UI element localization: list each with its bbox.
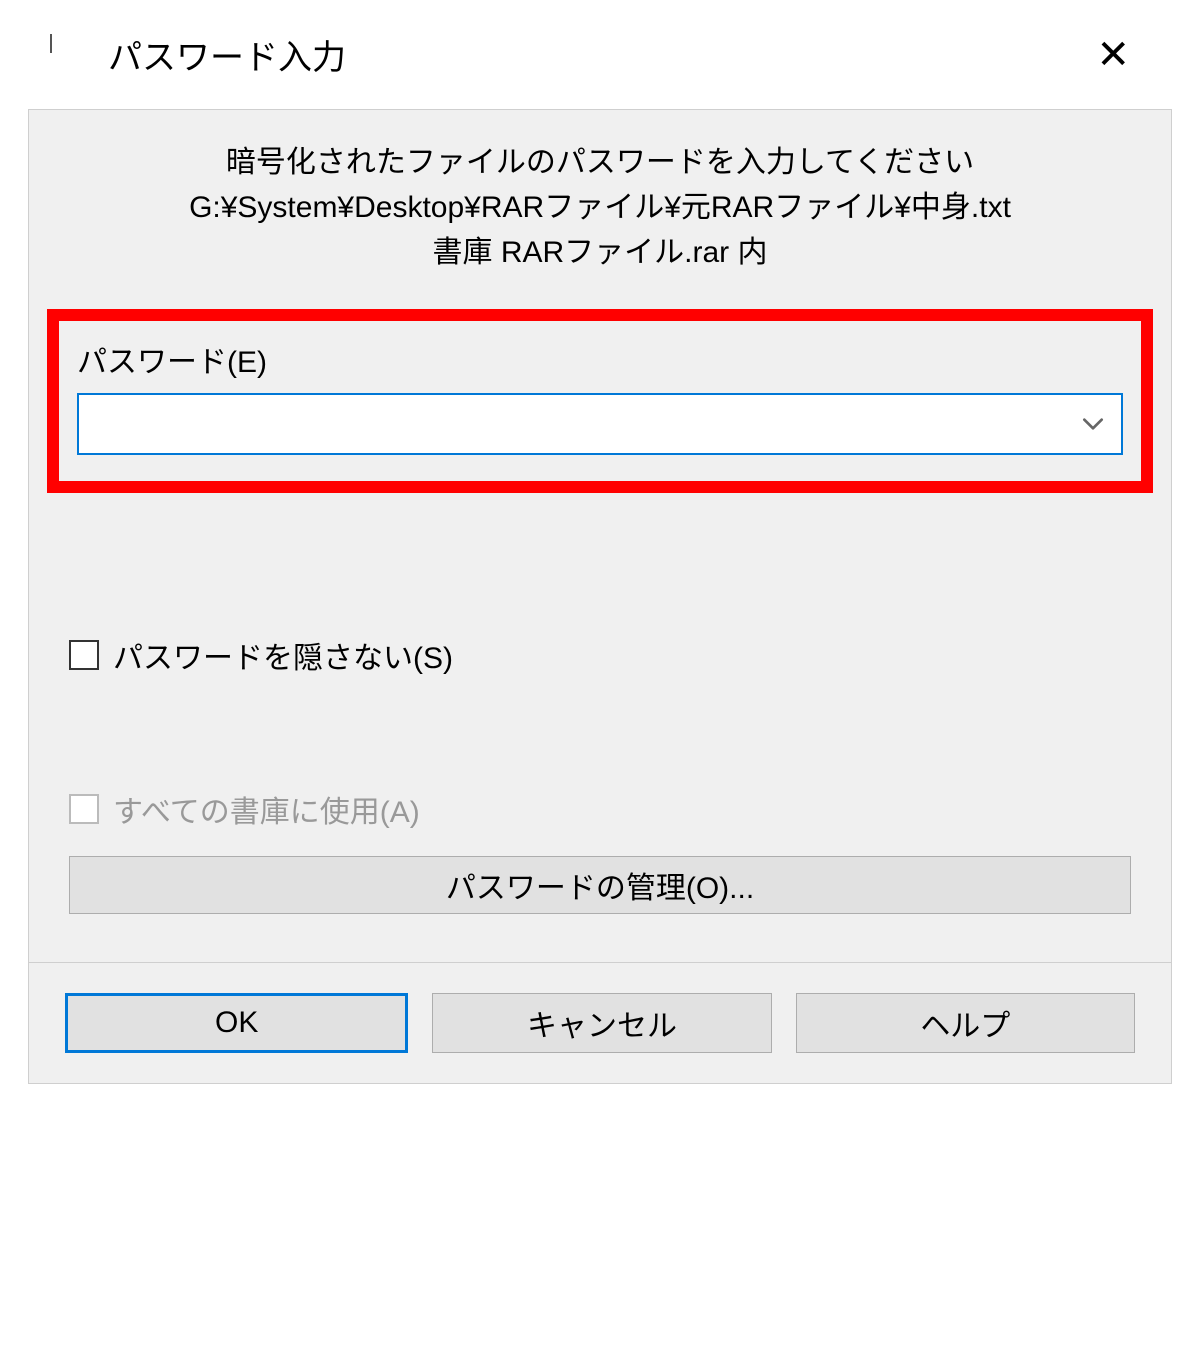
instruction-line-3: 書庫 RARファイル.rar 内 [49, 230, 1151, 275]
password-highlight-box: パスワード(E) [47, 309, 1153, 493]
ok-button[interactable]: OK [65, 993, 408, 1053]
titlebar: パスワード入力 ✕ [0, 0, 1200, 99]
apply-all-row: すべての書庫に使用(A) [29, 777, 1171, 841]
instruction-text: 暗号化されたファイルのパスワードを入力してください G:¥System¥Desk… [29, 110, 1171, 295]
password-combo [77, 393, 1123, 455]
password-input[interactable] [77, 393, 1123, 455]
instruction-line-2: G:¥System¥Desktop¥RARファイル¥元RARファイル¥中身.tx… [49, 185, 1151, 230]
dialog-title: パスワード入力 [108, 30, 1076, 79]
spacer [29, 841, 1171, 856]
spacer [29, 513, 1171, 623]
help-button[interactable]: ヘルプ [796, 993, 1135, 1053]
show-password-checkbox[interactable] [69, 640, 99, 670]
button-row: OK キャンセル ヘルプ [29, 962, 1171, 1083]
dialog-body: 暗号化されたファイルのパスワードを入力してください G:¥System¥Desk… [28, 109, 1172, 1084]
password-label: パスワード(E) [77, 337, 1123, 381]
winrar-icon [50, 35, 90, 75]
apply-all-checkbox [69, 794, 99, 824]
chevron-down-icon[interactable] [1065, 395, 1121, 453]
show-password-label: パスワードを隠さない(S) [113, 633, 453, 677]
spacer [29, 687, 1171, 777]
manage-passwords-button[interactable]: パスワードの管理(O)... [69, 856, 1131, 914]
show-password-row: パスワードを隠さない(S) [29, 623, 1171, 687]
apply-all-label: すべての書庫に使用(A) [113, 787, 420, 831]
instruction-line-1: 暗号化されたファイルのパスワードを入力してください [49, 140, 1151, 185]
close-icon[interactable]: ✕ [1076, 35, 1170, 75]
cancel-button[interactable]: キャンセル [432, 993, 771, 1053]
